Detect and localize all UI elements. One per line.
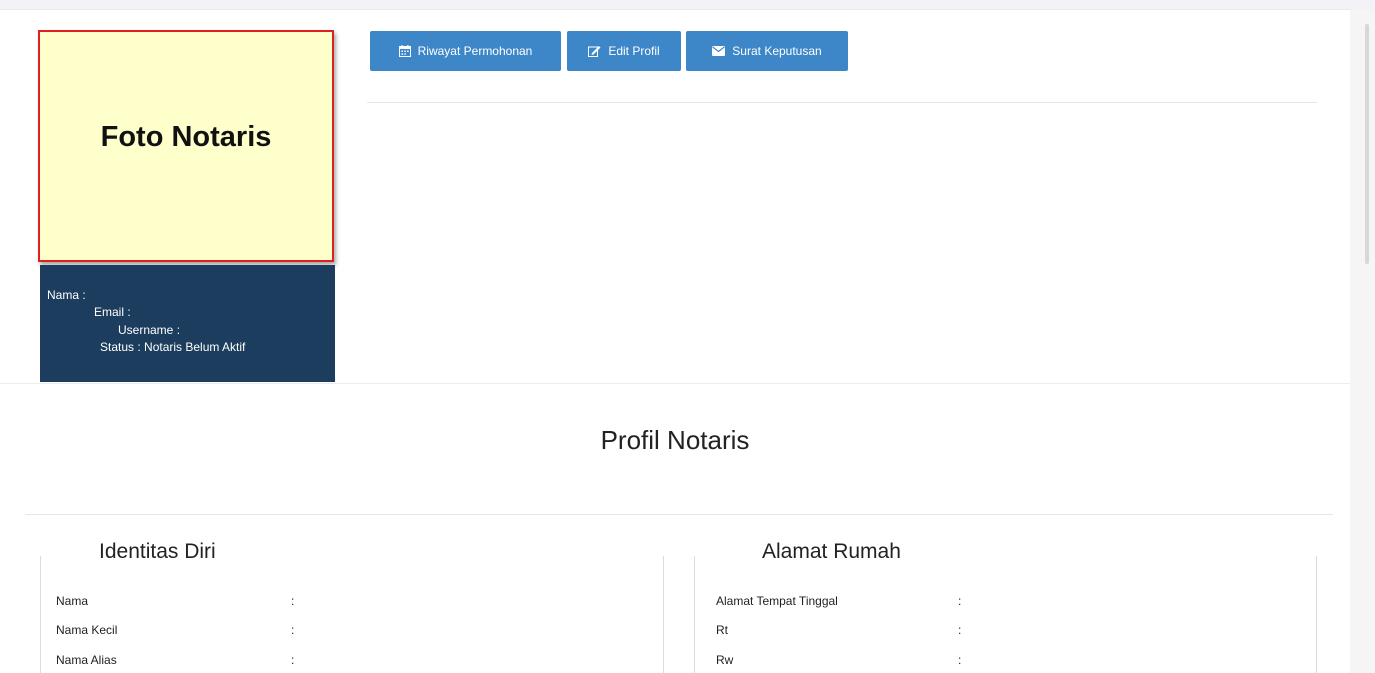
info-username: Username : <box>118 323 181 337</box>
user-info-panel: Nama : Email : Username : Status : Notar… <box>40 265 335 382</box>
info-nama: Nama : <box>47 288 86 302</box>
identity-row-label: Nama Alias <box>56 653 117 667</box>
profile-photo: Foto Notaris <box>38 30 334 262</box>
identity-row-label: Nama Kecil <box>56 623 118 637</box>
address-row-separator: : <box>958 623 962 637</box>
address-card: Alamat Rumah Alamat Tempat Tinggal : Rt … <box>694 540 1317 673</box>
address-card-title: Alamat Rumah <box>762 540 901 563</box>
info-email: Email : <box>94 305 131 319</box>
surat-keputusan-label: Surat Keputusan <box>732 44 822 58</box>
address-row-label: Alamat Tempat Tinggal <box>716 594 838 608</box>
section-divider <box>0 383 1350 384</box>
envelope-icon <box>712 46 726 56</box>
identity-card: Identitas Diri Nama : Nama Kecil : Nama … <box>40 540 664 673</box>
address-row-label: Rt <box>716 623 728 637</box>
photo-placeholder-text: Foto Notaris <box>100 120 272 153</box>
title-divider <box>25 514 1333 515</box>
edit-profil-label: Edit Profil <box>608 44 660 58</box>
toolbar-divider <box>367 102 1317 103</box>
surat-keputusan-button[interactable]: Surat Keputusan <box>686 31 848 71</box>
riwayat-permohonan-button[interactable]: Riwayat Permohonan <box>370 31 561 71</box>
edit-profil-button[interactable]: Edit Profil <box>567 31 681 71</box>
edit-icon <box>588 45 601 57</box>
identity-row-separator: : <box>291 653 295 667</box>
identity-row-label: Nama <box>56 594 89 608</box>
riwayat-permohonan-label: Riwayat Permohonan <box>417 44 533 58</box>
top-divider <box>0 9 1350 10</box>
address-row-label: Rw <box>716 653 734 667</box>
scrollbar[interactable] <box>1350 10 1375 673</box>
page-title: Profil Notaris <box>600 425 750 455</box>
address-row-separator: : <box>958 594 962 608</box>
identity-row-separator: : <box>291 623 295 637</box>
address-row-separator: : <box>958 653 962 667</box>
calendar-icon <box>398 45 411 57</box>
scrollbar-thumb[interactable] <box>1365 24 1369 264</box>
info-status: Status : Notaris Belum Aktif <box>100 340 246 354</box>
identity-row-separator: : <box>291 594 295 608</box>
identity-card-title: Identitas Diri <box>99 540 216 563</box>
